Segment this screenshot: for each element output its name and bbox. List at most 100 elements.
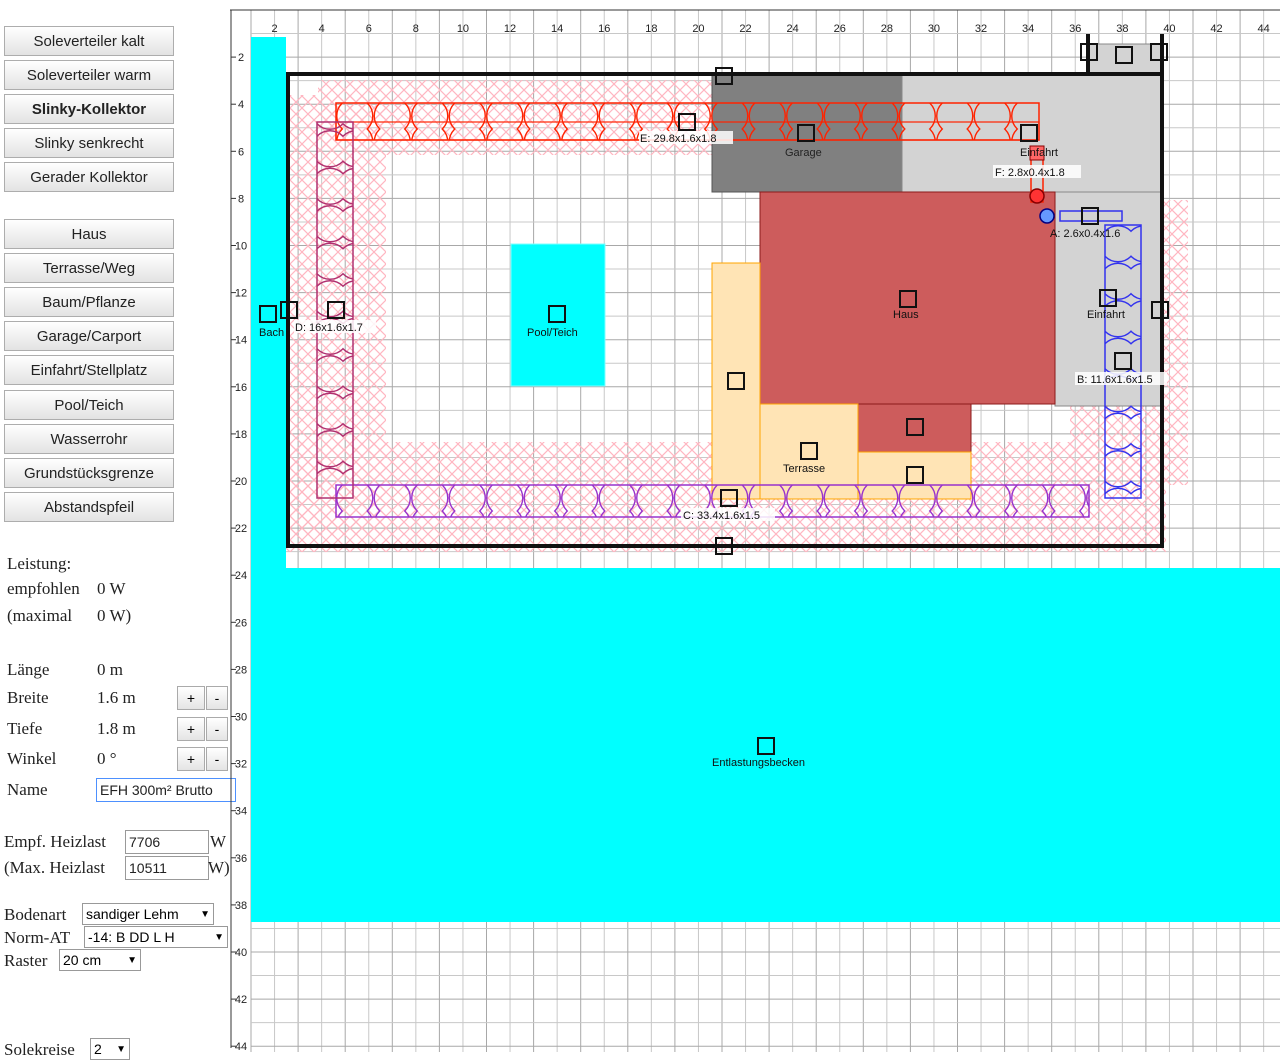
raster-label: Raster xyxy=(4,951,48,970)
ruler-y-tick: 4 xyxy=(238,99,244,111)
chevron-down-icon: ▼ xyxy=(200,908,210,920)
ruler-y-tick: 8 xyxy=(238,193,244,205)
ruler-y-tick: 30 xyxy=(235,712,247,724)
ruler-y-tick: 42 xyxy=(235,994,247,1006)
leistung-maximal-value: 0 W) xyxy=(97,606,132,625)
tool-abstandspfeil-button[interactable]: Abstandspfeil xyxy=(4,492,174,522)
breite-minus-button[interactable]: - xyxy=(206,686,228,710)
ruler-x-tick: 16 xyxy=(598,23,610,35)
leistung-empfohlen-label: empfohlen xyxy=(7,579,80,598)
raster-value: 20 cm xyxy=(63,952,102,968)
ruler-y-tick: 26 xyxy=(235,617,247,629)
tool-soleverteiler-warm-button[interactable]: Soleverteiler warm xyxy=(4,60,174,90)
max-heizlast-unit: W) xyxy=(208,858,230,877)
tool-slinky-senkrecht-button[interactable]: Slinky senkrecht xyxy=(4,128,174,158)
raster-select[interactable]: 20 cm ▼ xyxy=(59,949,141,971)
laenge-label: Länge xyxy=(7,660,50,679)
ruler-x-tick: 40 xyxy=(1163,23,1175,35)
haus-label: Haus xyxy=(893,309,919,321)
ruler-y-tick: 24 xyxy=(235,570,247,582)
tool-einfahrt-stellplatz-button[interactable]: Einfahrt/Stellplatz xyxy=(4,355,174,385)
chevron-down-icon: ▼ xyxy=(116,1043,126,1055)
garage-label: Garage xyxy=(785,147,822,159)
entlastungsbecken-area[interactable] xyxy=(251,568,1280,922)
name-label: Name xyxy=(7,780,48,799)
winkel-plus-button[interactable]: + xyxy=(177,747,205,771)
ruler-y-tick: 12 xyxy=(235,288,247,300)
ruler-x-tick: 12 xyxy=(504,23,516,35)
tool-grundstuecksgrenze-button[interactable]: Grundstücksgrenze xyxy=(4,458,174,488)
bach-label: Bach xyxy=(259,327,284,339)
collector-c-label: C: 33.4x1.6x1.5 xyxy=(683,510,760,522)
chevron-down-icon: ▼ xyxy=(127,954,137,966)
ruler-y-tick: 14 xyxy=(235,335,247,347)
collector-e-label: E: 29.8x1.6x1.8 xyxy=(640,133,716,145)
tiefe-minus-button[interactable]: - xyxy=(206,717,228,741)
normat-label: Norm-AT xyxy=(4,928,71,947)
tiefe-plus-button[interactable]: + xyxy=(177,717,205,741)
bodenart-select[interactable]: sandiger Lehm ▼ xyxy=(82,903,214,925)
tool-gerader-kollektor-button[interactable]: Gerader Kollektor xyxy=(4,162,174,192)
haus-annex[interactable] xyxy=(857,403,972,453)
ruler-y-tick: 20 xyxy=(235,476,247,488)
normat-select[interactable]: -14: B DD L H ▼ xyxy=(84,926,228,948)
chevron-down-icon: ▼ xyxy=(214,931,224,943)
normat-value: -14: B DD L H xyxy=(88,929,175,945)
empf-heizlast-input[interactable]: 7706 xyxy=(125,830,209,854)
name-input[interactable]: EFH 300m² Brutto xyxy=(96,778,236,802)
tool-pool-teich-button[interactable]: Pool/Teich xyxy=(4,390,174,420)
site-plan-canvas[interactable]: Bach Pool/Teich Garage Einfahrt Haus Ein… xyxy=(230,0,1280,1062)
collector-d[interactable] xyxy=(316,121,354,499)
collector-b[interactable] xyxy=(1104,224,1142,499)
ruler-x-tick: 38 xyxy=(1116,23,1128,35)
einfahrt-right-label: Einfahrt xyxy=(1087,309,1125,321)
empf-heizlast-label: Empf. Heizlast xyxy=(4,832,106,851)
terrasse-strip[interactable] xyxy=(711,262,761,500)
ruler-x-tick: 28 xyxy=(881,23,893,35)
solekreise-value: 2 xyxy=(94,1041,102,1057)
pool-label: Pool/Teich xyxy=(527,327,578,339)
ruler-x-tick: 22 xyxy=(739,23,751,35)
winkel-label: Winkel xyxy=(7,749,57,768)
soleverteiler-warm-icon[interactable] xyxy=(1029,188,1045,204)
ruler-x-tick: 34 xyxy=(1022,23,1034,35)
haus-area[interactable] xyxy=(759,191,1056,405)
ruler-x-tick: 44 xyxy=(1258,23,1270,35)
ruler-x-tick: 4 xyxy=(319,23,325,35)
einfahrt-top-label: Einfahrt xyxy=(1020,147,1058,159)
terrasse-label: Terrasse xyxy=(783,463,825,475)
ruler-x-tick: 30 xyxy=(928,23,940,35)
ruler-y-tick: 38 xyxy=(235,900,247,912)
winkel-minus-button[interactable]: - xyxy=(206,747,228,771)
tool-wasserrohr-button[interactable]: Wasserrohr xyxy=(4,424,174,454)
ruler-x-tick: 6 xyxy=(366,23,372,35)
max-heizlast-label: (Max. Heizlast xyxy=(4,858,106,877)
tool-slinky-kollektor-button[interactable]: Slinky-Kollektor xyxy=(4,94,174,124)
collector-b-label: B: 11.6x1.6x1.5 xyxy=(1077,374,1153,386)
entlastungsbecken-label: Entlastungsbecken xyxy=(712,757,805,769)
max-heizlast-input[interactable]: 10511 xyxy=(125,856,209,880)
ruler-x-tick: 18 xyxy=(645,23,657,35)
tool-soleverteiler-kalt-button[interactable]: Soleverteiler kalt xyxy=(4,26,174,56)
breite-value: 1.6 m xyxy=(97,688,136,707)
tiefe-value: 1.8 m xyxy=(97,719,136,738)
sidebar: Soleverteiler kalt Soleverteiler warm Sl… xyxy=(0,0,240,1062)
tool-baum-pflanze-button[interactable]: Baum/Pflanze xyxy=(4,287,174,317)
ruler-y-tick: 34 xyxy=(235,806,247,818)
solekreise-select[interactable]: 2 ▼ xyxy=(90,1038,130,1060)
laenge-value: 0 m xyxy=(97,660,123,679)
ruler-y-tick: 28 xyxy=(235,664,247,676)
tool-haus-button[interactable]: Haus xyxy=(4,219,174,249)
tool-garage-carport-button[interactable]: Garage/Carport xyxy=(4,321,174,351)
ruler-y-tick: 18 xyxy=(235,429,247,441)
tool-terrasse-weg-button[interactable]: Terrasse/Weg xyxy=(4,253,174,283)
ruler-x-tick: 14 xyxy=(551,23,563,35)
ruler-x-tick: 26 xyxy=(834,23,846,35)
soleverteiler-kalt-icon[interactable] xyxy=(1039,208,1055,224)
leistung-empfohlen-value: 0 W xyxy=(97,579,126,598)
ruler-y-tick: 44 xyxy=(235,1041,247,1053)
breite-plus-button[interactable]: + xyxy=(177,686,205,710)
ruler-x-tick: 2 xyxy=(271,23,277,35)
leistung-maximal-label: (maximal xyxy=(7,606,73,625)
leistung-title: Leistung: xyxy=(7,554,72,573)
